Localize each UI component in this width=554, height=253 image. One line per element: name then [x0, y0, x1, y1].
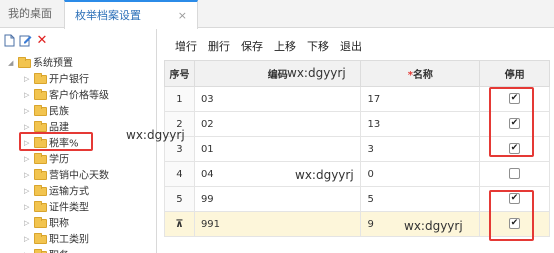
folder-icon — [34, 217, 47, 228]
collapsed-arrow-icon[interactable]: ▷ — [24, 151, 34, 168]
row-code[interactable]: 01 — [193, 136, 362, 162]
tree-item-label: 运输方式 — [49, 186, 89, 198]
row-code[interactable]: 02 — [193, 111, 362, 137]
header-name-label: 名称 — [412, 70, 433, 81]
tree-item-bank[interactable]: ▷ 开户银行 — [24, 71, 89, 88]
header-name[interactable]: *名称 — [360, 60, 481, 87]
tree-item-id-type[interactable]: ▷ 证件类型 — [24, 199, 89, 216]
collapsed-arrow-icon[interactable]: ▷ — [24, 247, 34, 253]
save-button[interactable]: 保存 — [241, 40, 263, 53]
tree-item-label: 开户银行 — [49, 74, 89, 86]
watermark: wx:dgyyrj — [295, 168, 354, 182]
folder-icon — [18, 56, 31, 68]
table-row[interactable]: 4 04 0 — [164, 161, 550, 187]
tab-bar: 我的桌面 枚举档案设置 × — [0, 0, 554, 29]
tree-item-marketing-days[interactable]: ▷ 营销中心天数 — [24, 167, 109, 184]
row-code[interactable]: 03 — [193, 86, 362, 112]
checkbox-highlight-bottom — [489, 190, 534, 241]
watermark: wx:dgyyrj — [126, 128, 185, 142]
exit-button[interactable]: 退出 — [340, 40, 362, 53]
row-name[interactable]: 17 — [360, 86, 481, 112]
row-seq: 5 — [164, 186, 195, 212]
tab-my-desktop[interactable]: 我的桌面 — [8, 0, 52, 28]
folder-icon — [34, 89, 47, 100]
header-disabled[interactable]: 停用 — [479, 60, 550, 87]
tree-item-label: 职称 — [49, 218, 69, 230]
watermark: wx:dgyyrj — [287, 66, 346, 80]
row-name[interactable]: 5 — [360, 186, 481, 212]
collapsed-arrow-icon[interactable]: ▷ — [24, 183, 34, 200]
tree-item-ethnicity[interactable]: ▷ 民族 — [24, 103, 69, 120]
tree-item-label: 营销中心天数 — [49, 170, 109, 182]
expanded-arrow-icon[interactable]: ◢ — [8, 55, 18, 71]
row-code[interactable]: 99 — [193, 186, 362, 212]
tree-item-label: 证件类型 — [49, 202, 89, 214]
tree-item-title[interactable]: ▷ 职称 — [24, 215, 69, 232]
collapsed-arrow-icon[interactable]: ▷ — [24, 103, 34, 120]
tree-item-education[interactable]: ▷ 学历 — [24, 151, 69, 168]
row-name[interactable]: 3 — [360, 136, 481, 162]
tax-rate-highlight — [19, 132, 93, 151]
disabled-checkbox-unchecked[interactable] — [509, 168, 521, 180]
folder-icon — [34, 233, 47, 244]
folder-icon — [34, 121, 47, 132]
move-up-button[interactable]: 上移 — [274, 40, 296, 53]
tree-root[interactable]: ◢ 系统预置 — [8, 55, 73, 71]
folder-icon — [34, 169, 47, 180]
folder-icon — [34, 185, 47, 196]
tree-item-shipping[interactable]: ▷ 运输方式 — [24, 183, 89, 200]
row-name[interactable]: 0 — [360, 161, 481, 187]
collapsed-arrow-icon[interactable]: ▷ — [24, 167, 34, 184]
left-toolbar: ✕ — [0, 32, 60, 50]
grid-header-row: 序号 编码 *名称 停用 — [164, 60, 550, 87]
tree-root-label: 系统预置 — [33, 58, 73, 69]
tree-item-position[interactable]: ▷职务 — [24, 247, 69, 253]
collapsed-arrow-icon[interactable]: ▷ — [24, 71, 34, 88]
tree-item-staff-category[interactable]: ▷ 职工类别 — [24, 231, 89, 248]
move-down-button[interactable]: 下移 — [307, 40, 329, 53]
collapsed-arrow-icon[interactable]: ▷ — [24, 87, 34, 104]
collapsed-arrow-icon[interactable]: ▷ — [24, 199, 34, 216]
collapsed-arrow-icon[interactable]: ▷ — [24, 231, 34, 248]
tree-item-label: 学历 — [49, 154, 69, 166]
delete-icon[interactable]: ✕ — [35, 32, 49, 48]
row-code[interactable]: 991 — [193, 211, 362, 237]
tree-item-price-level[interactable]: ▷ 客户价格等级 — [24, 87, 109, 104]
tab-label: 枚举档案设置 — [75, 9, 141, 22]
close-icon[interactable]: × — [178, 2, 187, 30]
tree-item-label: 职工类别 — [49, 234, 89, 246]
tree-item-label: 民族 — [49, 106, 69, 118]
folder-icon — [34, 201, 47, 212]
delete-row-button[interactable]: 删行 — [208, 40, 230, 53]
tree-item-label: 客户价格等级 — [49, 90, 109, 102]
doc-icon[interactable] — [2, 32, 16, 48]
checkbox-highlight-top — [489, 87, 534, 157]
watermark: wx:dgyyrj — [404, 219, 463, 233]
folder-icon — [34, 105, 47, 116]
folder-icon — [34, 153, 47, 164]
row-name[interactable]: 13 — [360, 111, 481, 137]
header-seq: 序号 — [164, 60, 195, 87]
grid-toolbar: 增行 删行 保存 上移 下移 退出 — [175, 39, 373, 55]
row-seq: 4 — [164, 161, 195, 187]
add-row-button[interactable]: 增行 — [175, 40, 197, 53]
collapsed-arrow-icon[interactable]: ▷ — [24, 215, 34, 232]
row-seq: 1 — [164, 86, 195, 112]
tab-enum-archive-settings[interactable]: 枚举档案设置 × — [64, 0, 198, 29]
edit-icon[interactable] — [18, 32, 32, 48]
folder-icon — [34, 73, 47, 84]
pin-icon[interactable]: ⊼ — [164, 211, 195, 237]
